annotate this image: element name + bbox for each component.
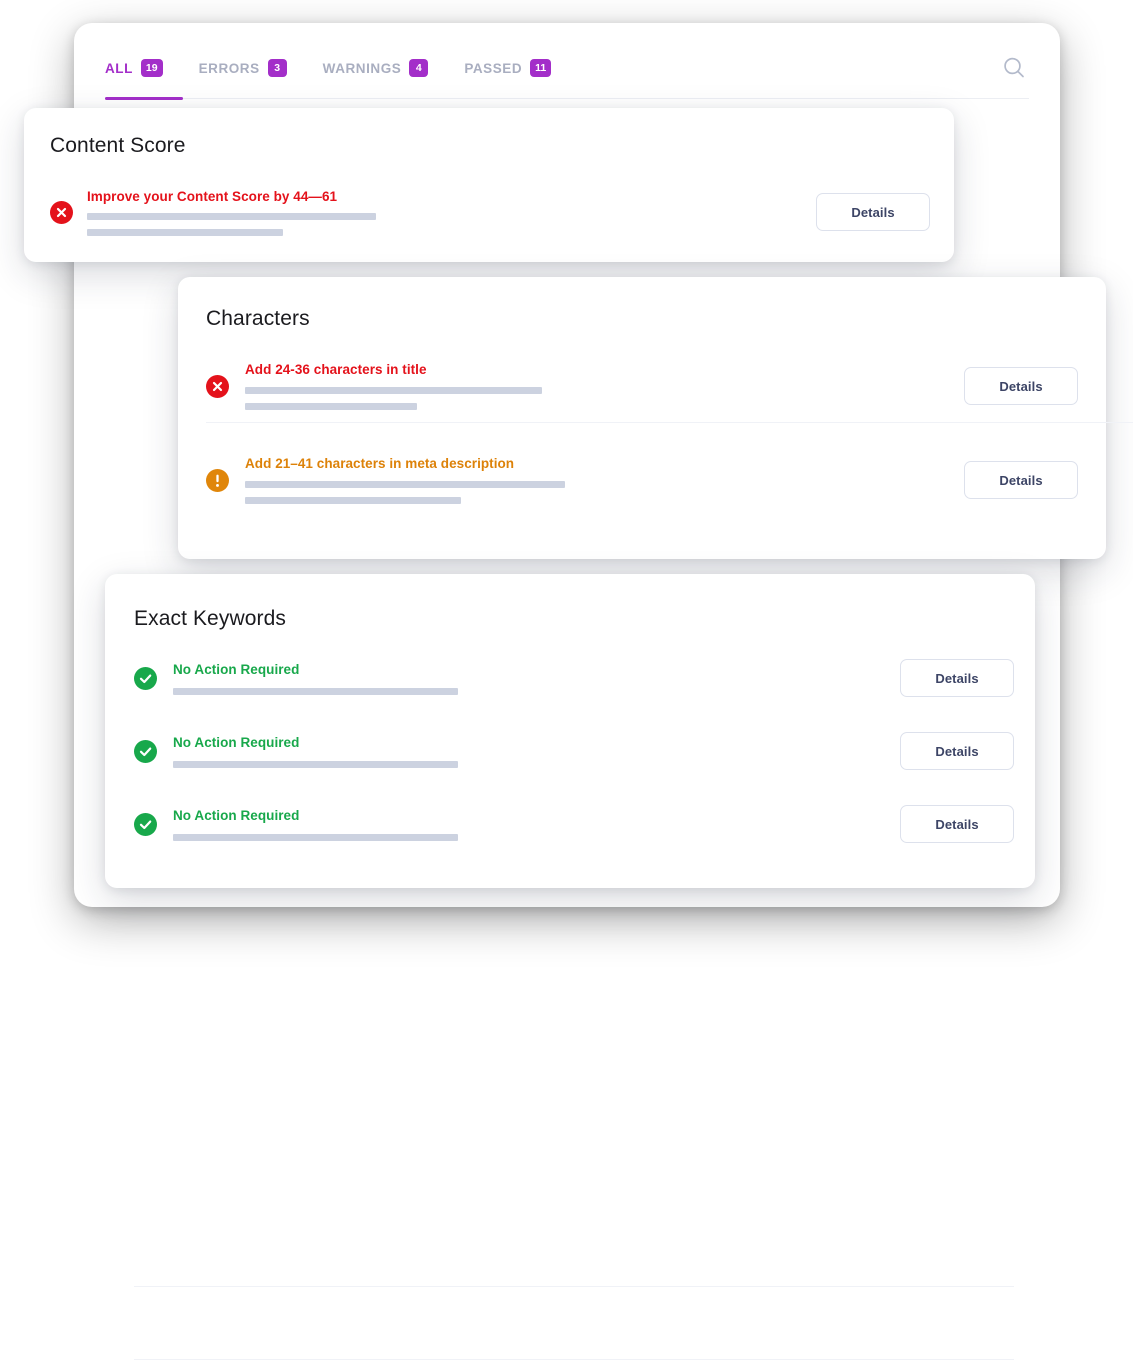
characters-title: Characters bbox=[206, 307, 310, 331]
result-message: No Action Required bbox=[173, 662, 886, 677]
tab-errors-badge: 3 bbox=[268, 59, 287, 77]
result-message: Add 21–41 characters in meta description bbox=[245, 456, 950, 471]
result-row: No Action Required Details bbox=[134, 801, 1014, 847]
tab-bar-divider bbox=[105, 98, 1029, 99]
error-circle-icon bbox=[50, 201, 73, 224]
result-row-body: No Action Required bbox=[173, 735, 886, 768]
skeleton-bar bbox=[173, 761, 458, 768]
row-divider bbox=[206, 422, 1133, 423]
tab-passed[interactable]: PASSED 11 bbox=[464, 51, 551, 85]
result-message: No Action Required bbox=[173, 735, 886, 750]
details-button[interactable]: Details bbox=[900, 805, 1014, 843]
check-circle-icon bbox=[134, 813, 157, 836]
skeleton-bar bbox=[245, 387, 542, 394]
result-message: No Action Required bbox=[173, 808, 886, 823]
details-button[interactable]: Details bbox=[964, 461, 1078, 499]
active-tab-underline bbox=[105, 97, 183, 100]
tab-strip: ALL 19 ERRORS 3 WARNINGS 4 PASSED 11 bbox=[105, 51, 1029, 85]
skeleton-bar bbox=[173, 834, 458, 841]
search-icon[interactable] bbox=[999, 53, 1029, 83]
check-circle-icon bbox=[134, 740, 157, 763]
card-content-score: Content Score Improve your Content Score… bbox=[24, 108, 954, 262]
tab-all-badge: 19 bbox=[141, 59, 163, 77]
tab-warnings[interactable]: WARNINGS 4 bbox=[323, 51, 429, 85]
exact-keywords-title: Exact Keywords bbox=[134, 607, 286, 631]
tab-warnings-badge: 4 bbox=[409, 59, 428, 77]
tab-all[interactable]: ALL 19 bbox=[105, 51, 163, 85]
result-row: No Action Required Details bbox=[134, 655, 1014, 701]
result-row-body: No Action Required bbox=[173, 662, 886, 695]
result-row-body: Improve your Content Score by 44—61 bbox=[87, 189, 802, 236]
skeleton-bar bbox=[245, 497, 461, 504]
details-button[interactable]: Details bbox=[816, 193, 930, 231]
tab-warnings-label: WARNINGS bbox=[323, 61, 402, 76]
details-button[interactable]: Details bbox=[900, 732, 1014, 770]
card-exact-keywords: Exact Keywords No Action Required Detail… bbox=[105, 574, 1035, 888]
row-divider bbox=[134, 1286, 1014, 1287]
tab-bar: ALL 19 ERRORS 3 WARNINGS 4 PASSED 11 bbox=[105, 51, 1029, 107]
tab-all-label: ALL bbox=[105, 61, 133, 76]
result-row-body: No Action Required bbox=[173, 808, 886, 841]
tab-errors-label: ERRORS bbox=[199, 61, 260, 76]
tab-passed-badge: 11 bbox=[530, 59, 551, 77]
skeleton-bar bbox=[173, 688, 458, 695]
content-score-title: Content Score bbox=[50, 134, 186, 158]
check-circle-icon bbox=[134, 667, 157, 690]
result-message: Add 24-36 characters in title bbox=[245, 362, 950, 377]
skeleton-bar bbox=[87, 213, 376, 220]
result-row-body: Add 24-36 characters in title bbox=[245, 362, 950, 410]
result-row: No Action Required Details bbox=[134, 728, 1014, 774]
skeleton-bar bbox=[245, 403, 417, 410]
details-button[interactable]: Details bbox=[900, 659, 1014, 697]
result-row: Improve your Content Score by 44—61 Deta… bbox=[50, 186, 930, 238]
skeleton-bar bbox=[87, 229, 283, 236]
details-button[interactable]: Details bbox=[964, 367, 1078, 405]
result-row: Add 24-36 characters in title Details bbox=[206, 355, 1078, 417]
card-characters: Characters Add 24-36 characters in title… bbox=[178, 277, 1106, 559]
result-message: Improve your Content Score by 44—61 bbox=[87, 189, 802, 204]
skeleton-bar bbox=[245, 481, 565, 488]
tab-errors[interactable]: ERRORS 3 bbox=[199, 51, 287, 85]
result-row-body: Add 21–41 characters in meta description bbox=[245, 456, 950, 504]
result-row: Add 21–41 characters in meta description… bbox=[206, 449, 1078, 511]
tab-passed-label: PASSED bbox=[464, 61, 522, 76]
error-circle-icon bbox=[206, 375, 229, 398]
warning-circle-icon bbox=[206, 469, 229, 492]
